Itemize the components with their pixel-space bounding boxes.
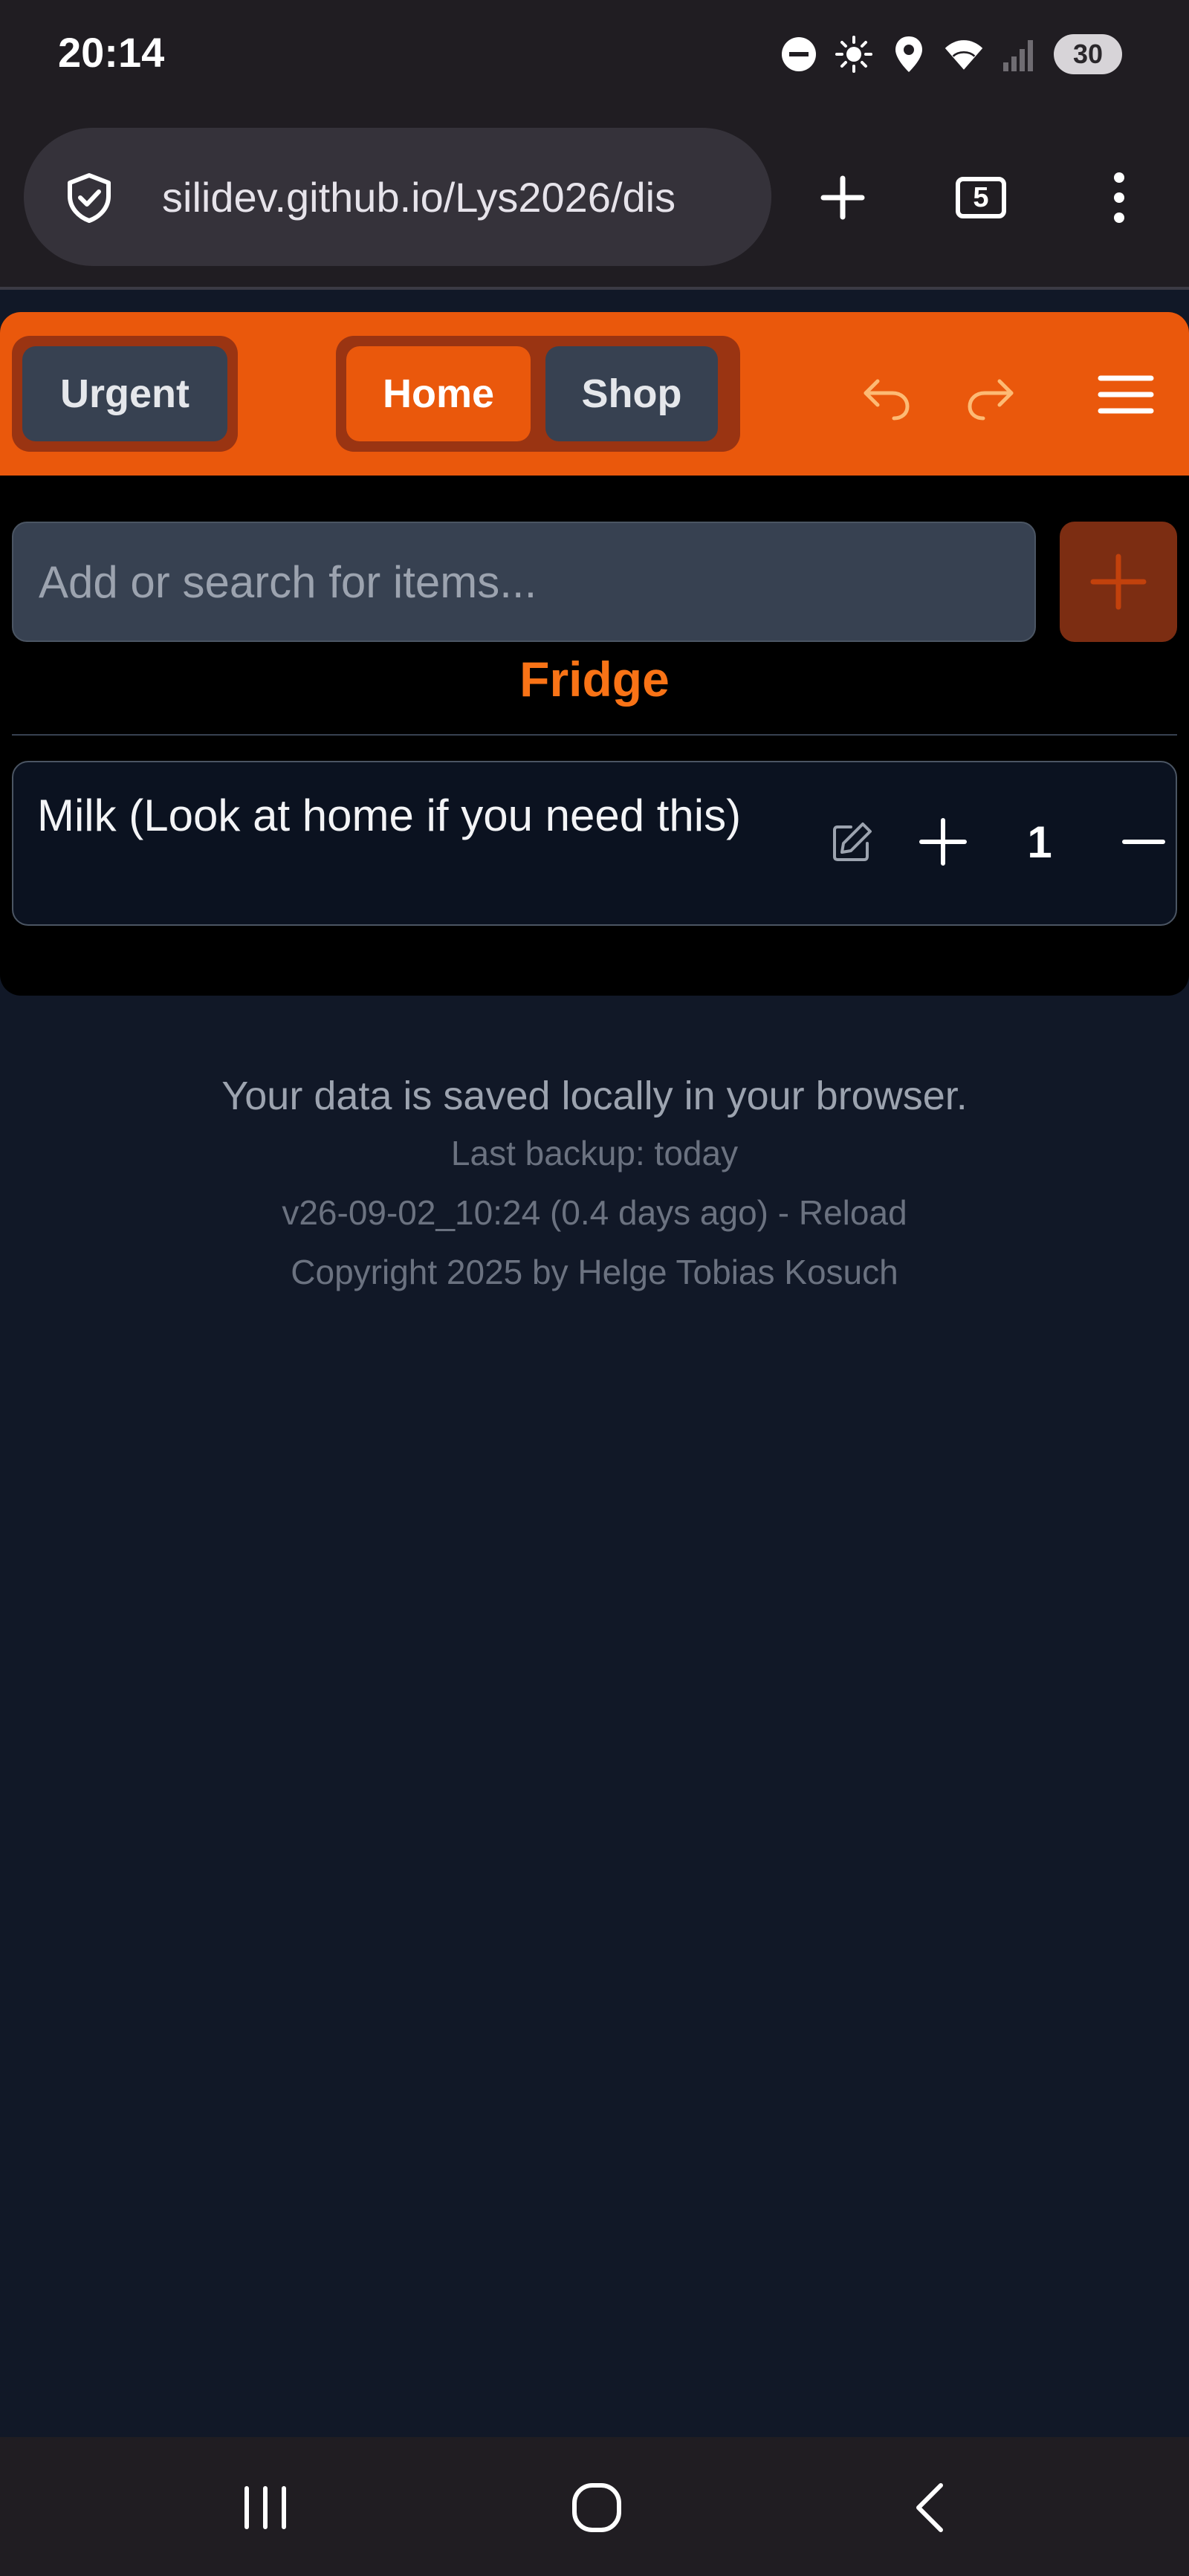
item-quantity: 1 — [1027, 817, 1052, 867]
status-icons: 30 — [779, 31, 1122, 77]
status-bar: 20:14 30 — [0, 0, 1189, 111]
edit-icon[interactable] — [811, 801, 893, 883]
do-not-disturb-icon — [779, 34, 819, 74]
app-panel: Urgent Home Shop Fridge Milk (Look at ho… — [0, 312, 1189, 996]
list-item[interactable]: Milk (Look at home if you need this) 1 — [12, 761, 1177, 926]
browser-toolbar: silidev.github.io/Lys2026/dis 5 — [0, 111, 1189, 290]
urgent-group: Urgent — [12, 336, 238, 452]
tab-shop[interactable]: Shop — [545, 346, 718, 441]
address-bar[interactable]: silidev.github.io/Lys2026/dis — [24, 128, 771, 266]
add-item-button[interactable] — [1060, 522, 1177, 642]
decrement-icon[interactable] — [1103, 801, 1185, 883]
search-input[interactable] — [12, 522, 1036, 642]
footer: Your data is saved locally in your brows… — [0, 1068, 1189, 1302]
more-menu-icon[interactable] — [1067, 146, 1171, 250]
signal-icon — [999, 34, 1039, 74]
urgent-button[interactable]: Urgent — [22, 346, 227, 441]
url-fade — [682, 128, 771, 266]
back-icon[interactable] — [881, 2459, 978, 2556]
battery-level: 30 — [1072, 39, 1104, 69]
url-text[interactable]: silidev.github.io/Lys2026/dis — [162, 168, 771, 227]
battery-icon: 30 — [1054, 34, 1122, 74]
status-time: 20:14 — [58, 29, 165, 76]
tab-home[interactable]: Home — [346, 346, 531, 441]
last-backup-text: Last backup: today — [450, 1134, 739, 1172]
section-divider — [12, 734, 1177, 736]
item-name[interactable]: Milk (Look at home if you need this) — [37, 782, 751, 850]
copyright-text: Copyright 2025 by Helge Tobias Kosuch — [291, 1253, 898, 1291]
section-title: Fridge — [519, 652, 670, 707]
app-header: Urgent Home Shop — [0, 312, 1189, 476]
version-reload-link[interactable]: v26-09-02_10:24 (0.4 days ago) - Reload — [0, 1183, 1189, 1242]
hamburger-menu-icon[interactable] — [1078, 346, 1174, 443]
saved-locally-note: Your data is saved locally in your brows… — [221, 1074, 968, 1118]
redo-icon[interactable] — [942, 346, 1039, 443]
increment-icon[interactable] — [902, 801, 984, 883]
tab-count[interactable]: 5 — [956, 177, 1006, 218]
undo-icon[interactable] — [838, 346, 935, 443]
navigation-bar — [0, 2437, 1189, 2576]
brightness-icon — [834, 34, 874, 74]
plus-icon — [1090, 554, 1147, 610]
wifi-icon — [944, 34, 984, 74]
recent-apps-icon[interactable] — [217, 2459, 314, 2556]
new-tab-icon[interactable] — [791, 146, 895, 250]
mode-tabs: Home Shop — [336, 336, 740, 452]
tabs-icon[interactable]: 5 — [929, 146, 1033, 250]
location-icon — [889, 34, 929, 74]
shield-icon[interactable] — [62, 171, 116, 224]
home-icon[interactable] — [548, 2459, 645, 2556]
